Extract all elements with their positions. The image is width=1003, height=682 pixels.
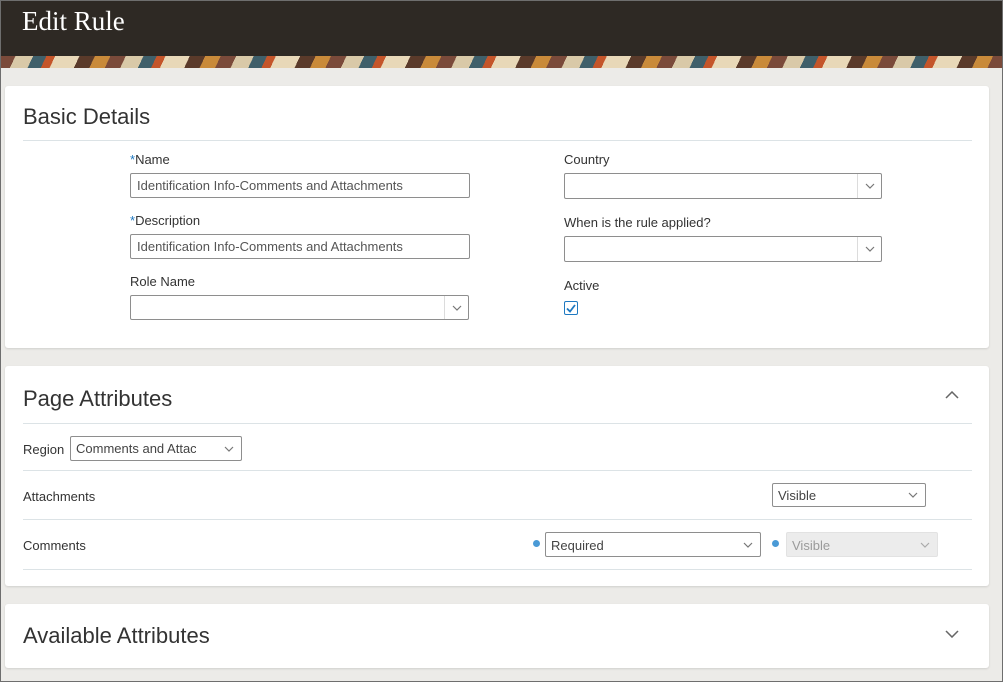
basic-details-title: Basic Details bbox=[23, 104, 151, 129]
chevron-down-icon bbox=[913, 533, 937, 556]
active-label: Active bbox=[564, 278, 600, 293]
change-indicator-dot bbox=[533, 540, 540, 547]
region-select[interactable]: Comments and Attachme bbox=[70, 436, 242, 461]
row-divider bbox=[23, 519, 972, 520]
chevron-up-icon[interactable] bbox=[943, 386, 961, 404]
country-label: Country bbox=[564, 152, 610, 167]
chevron-down-icon bbox=[217, 437, 241, 460]
section-divider bbox=[23, 140, 972, 141]
region-label: Region bbox=[23, 442, 65, 457]
chevron-down-icon bbox=[901, 484, 925, 506]
chevron-down-icon bbox=[736, 533, 760, 556]
change-indicator-dot bbox=[772, 540, 779, 547]
comments-requirement-select[interactable]: Required bbox=[545, 532, 761, 557]
active-checkbox[interactable] bbox=[564, 301, 578, 315]
attachments-row-label: Attachments bbox=[23, 489, 96, 504]
comments-row-label: Comments bbox=[23, 538, 86, 553]
attachments-visibility-select[interactable]: Visible bbox=[772, 483, 926, 507]
chevron-down-icon bbox=[857, 174, 881, 198]
page-title: Edit Rule bbox=[22, 6, 125, 36]
description-input[interactable]: Identification Info-Comments and Attachm… bbox=[130, 234, 470, 259]
name-label: *Name bbox=[130, 152, 170, 167]
chevron-down-icon bbox=[857, 237, 881, 261]
section-divider bbox=[23, 423, 972, 424]
decorative-banner bbox=[0, 56, 1003, 68]
page-attributes-title: Page Attributes bbox=[23, 386, 173, 411]
checkmark-icon bbox=[566, 303, 576, 313]
chevron-down-icon bbox=[444, 296, 468, 319]
page-header: Edit Rule bbox=[0, 0, 1003, 56]
chevron-down-icon[interactable] bbox=[943, 625, 961, 643]
basic-details-card: Basic Details *Name Identification Info-… bbox=[5, 86, 989, 348]
comments-visibility-select: Visible bbox=[786, 532, 938, 557]
page-attributes-card: Page Attributes Region Comments and Atta… bbox=[5, 366, 989, 586]
description-label: *Description bbox=[130, 213, 201, 228]
available-attributes-card: Available Attributes bbox=[5, 604, 989, 668]
country-select[interactable] bbox=[564, 173, 882, 199]
when-applied-label: When is the rule applied? bbox=[564, 215, 711, 230]
row-divider bbox=[23, 470, 972, 471]
name-input[interactable]: Identification Info-Comments and Attachm… bbox=[130, 173, 470, 198]
role-name-select[interactable] bbox=[130, 295, 469, 320]
role-name-label: Role Name bbox=[130, 274, 196, 289]
available-attributes-title: Available Attributes bbox=[23, 623, 210, 648]
when-applied-select[interactable] bbox=[564, 236, 882, 262]
row-divider bbox=[23, 569, 972, 570]
